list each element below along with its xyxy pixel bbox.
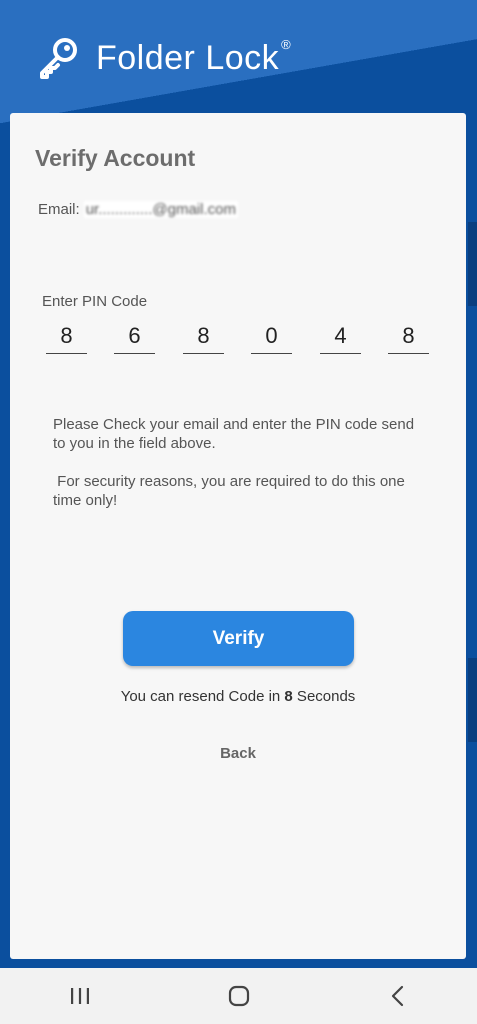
- back-button[interactable]: [378, 976, 418, 1016]
- app-header: Folder Lock ®: [36, 28, 291, 88]
- verify-button[interactable]: Verify: [123, 611, 354, 666]
- pin-label: Enter PIN Code: [42, 293, 148, 310]
- instructions-text: Please Check your email and enter the PI…: [53, 416, 415, 452]
- back-icon: [391, 985, 403, 1007]
- side-tab: [468, 222, 477, 306]
- home-button[interactable]: [219, 976, 259, 1016]
- email-value: ur.............@gmail.com: [83, 201, 238, 218]
- app-title: Folder Lock: [96, 38, 280, 77]
- verify-card: Verify Account Email: ur.............@gm…: [10, 113, 466, 959]
- recent-apps-icon: [70, 988, 89, 1004]
- security-note: For security reasons, you are required t…: [53, 473, 410, 509]
- pin-digit-6[interactable]: 8: [388, 321, 429, 354]
- pin-input-row: 8 6 8 0 4 8: [46, 321, 430, 355]
- resend-timer: You can resend Code in 8 Seconds: [10, 688, 466, 705]
- resend-suffix: Seconds: [292, 688, 356, 705]
- registered-mark: ®: [281, 36, 291, 52]
- home-icon: [228, 985, 249, 1007]
- pin-digit-2[interactable]: 6: [114, 321, 155, 354]
- email-row: Email: ur.............@gmail.com: [38, 201, 238, 218]
- pin-digit-4[interactable]: 0: [251, 321, 292, 354]
- system-nav-bar: [0, 968, 477, 1024]
- pin-digit-1[interactable]: 8: [46, 321, 87, 354]
- back-link[interactable]: Back: [10, 745, 466, 762]
- side-tab: [468, 658, 477, 742]
- resend-prefix: You can resend Code in: [120, 688, 285, 705]
- key-icon: [40, 38, 77, 79]
- resend-seconds: 8: [284, 688, 293, 705]
- page-title: Verify Account: [35, 145, 196, 171]
- pin-digit-5[interactable]: 4: [320, 321, 361, 354]
- recent-apps-button[interactable]: [60, 976, 100, 1016]
- pin-digit-3[interactable]: 8: [183, 321, 224, 354]
- email-label: Email:: [38, 201, 80, 218]
